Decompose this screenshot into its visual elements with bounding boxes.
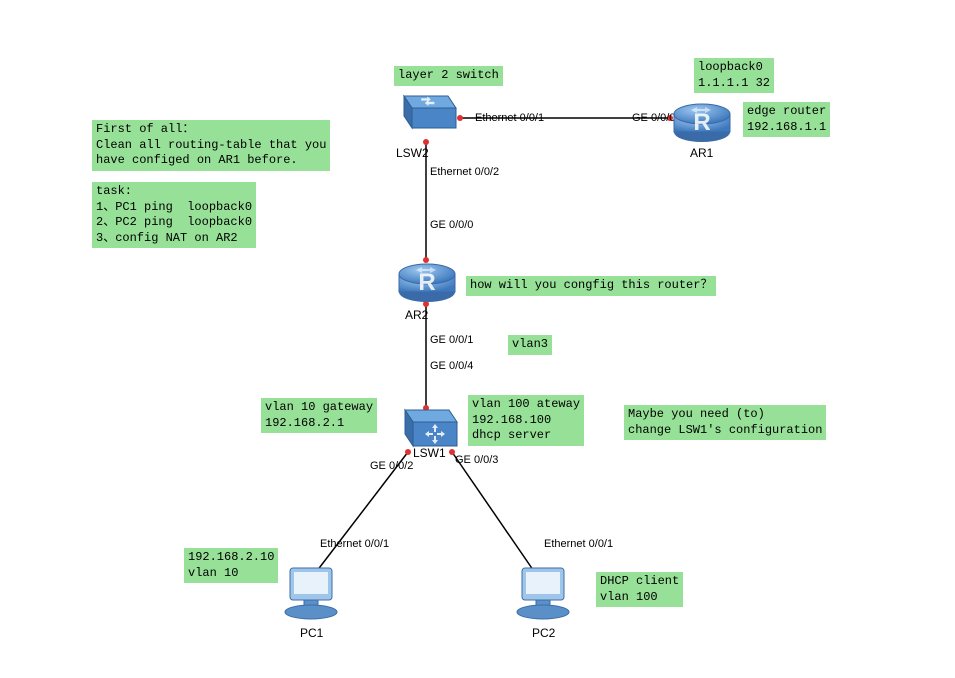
device-ar2[interactable]: R xyxy=(392,252,462,313)
note-edge-router: edge router 192.168.1.1 xyxy=(743,102,830,137)
port-ar2-ge001: GE 0/0/1 xyxy=(430,334,473,346)
label-lsw2: LSW2 xyxy=(396,146,429,160)
note-task: task: 1、PC1 ping loopback0 2、PC2 ping lo… xyxy=(92,182,256,248)
device-ar1[interactable]: R xyxy=(667,92,737,153)
device-pc1[interactable] xyxy=(278,562,348,631)
switch-l2-icon xyxy=(396,88,460,140)
svg-text:R: R xyxy=(693,109,710,136)
pc-icon xyxy=(278,562,348,626)
port-ar2-ge000: GE 0/0/0 xyxy=(430,219,473,231)
port-pc2-e001: Ethernet 0/0/1 xyxy=(544,538,613,550)
label-pc1: PC1 xyxy=(300,626,323,640)
label-pc2: PC2 xyxy=(532,626,555,640)
svg-text:R: R xyxy=(418,269,435,296)
note-pc1-info: 192.168.2.10 vlan 10 xyxy=(184,548,278,583)
port-lsw1-ge004: GE 0/0/4 xyxy=(430,360,473,372)
label-lsw1: LSW1 xyxy=(413,446,446,460)
port-lsw1-ge003: GE 0/0/3 xyxy=(455,454,498,466)
note-vlan10-gateway: vlan 10 gateway 192.168.2.1 xyxy=(261,398,377,433)
label-ar1: AR1 xyxy=(690,146,713,160)
note-vlan100-gateway: vlan 100 ateway 192.168.100 dhcp server xyxy=(468,395,584,446)
port-pc1-e001: Ethernet 0/0/1 xyxy=(320,538,389,550)
router-icon: R xyxy=(667,92,737,148)
device-lsw2[interactable] xyxy=(396,88,460,145)
note-first-of-all: First of all： Clean all routing-table th… xyxy=(92,120,330,171)
note-vlan3: vlan3 xyxy=(508,335,552,355)
note-how-config: how will you congfig this router？ xyxy=(466,276,716,296)
port-lsw2-e002: Ethernet 0/0/2 xyxy=(430,166,499,178)
router-icon: R xyxy=(392,252,462,308)
port-lsw2-e001: Ethernet 0/0/1 xyxy=(475,112,544,124)
note-maybe-need: Maybe you need (to) change LSW1's config… xyxy=(624,405,826,440)
port-lsw1-ge002: GE 0/0/2 xyxy=(370,460,413,472)
note-layer2-switch: layer 2 switch xyxy=(394,66,503,86)
label-ar2: AR2 xyxy=(405,308,428,322)
note-pc2-info: DHCP client vlan 100 xyxy=(596,572,683,607)
pc-icon xyxy=(510,562,580,626)
device-pc2[interactable] xyxy=(510,562,580,631)
note-loopback0: loopback0 1.1.1.1 32 xyxy=(694,58,774,93)
